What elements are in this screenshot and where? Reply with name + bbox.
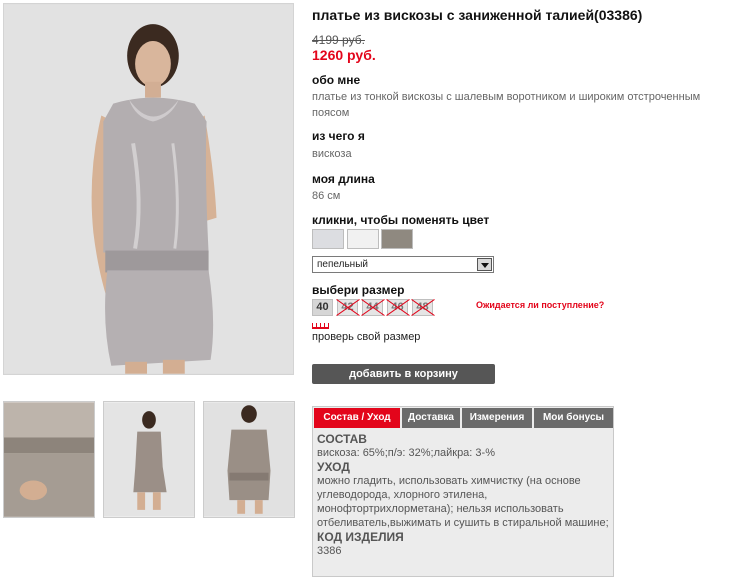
color-select[interactable]: пепельный [312, 256, 494, 273]
color-swatch-white[interactable] [347, 229, 379, 249]
color-select-value: пепельный [317, 259, 368, 270]
about-text: платье из тонкой вискозы с шалевым ворот… [312, 91, 701, 119]
restock-inquiry-link[interactable]: Ожидается ли поступление? [476, 300, 604, 310]
size-option-46[interactable]: 46 [387, 299, 408, 316]
composition-text: вискоза: 65%;п/э: 32%;лайкра: 3-% [317, 447, 495, 459]
main-product-photo[interactable] [3, 3, 294, 375]
size-option-40[interactable]: 40 [312, 299, 333, 316]
thumbnail-back[interactable] [203, 401, 295, 518]
size-heading: выбери размер [312, 283, 405, 297]
material-heading: из чего я [312, 129, 365, 143]
about-heading: обо мне [312, 73, 361, 87]
color-swatch-light-gray[interactable] [312, 229, 344, 249]
chevron-down-icon[interactable] [477, 258, 492, 271]
tab-delivery[interactable]: Доставка [402, 408, 460, 428]
old-price: 4199 руб. [312, 33, 365, 47]
thumbnail-gallery [3, 401, 295, 519]
product-code-heading: КОД ИЗДЕЛИЯ [317, 530, 404, 544]
add-to-cart-button[interactable]: добавить в корзину [312, 364, 495, 384]
composition-heading: СОСТАВ [317, 432, 367, 446]
ruler-icon[interactable] [312, 323, 329, 329]
tab-content-composition: СОСТАВ вискоза: 65%;п/э: 32%;лайкра: 3-%… [317, 432, 609, 558]
sale-price: 1260 руб. [312, 47, 376, 63]
length-text: 86 см [312, 190, 341, 202]
size-option-44[interactable]: 44 [362, 299, 383, 316]
product-code: 3386 [317, 545, 342, 557]
material-text: вискоза [312, 148, 352, 160]
care-heading: УХОД [317, 460, 350, 474]
product-title: платье из вискозы с заниженной талией(03… [312, 7, 643, 23]
tab-composition-care[interactable]: Состав / Уход [314, 408, 400, 428]
color-heading: кликни, чтобы поменять цвет [312, 213, 490, 227]
check-size-link[interactable]: проверь свой размер [312, 331, 420, 343]
size-option-48[interactable]: 48 [412, 299, 433, 316]
tab-bonuses[interactable]: Мои бонусы [534, 408, 613, 428]
length-heading: моя длина [312, 172, 375, 186]
model-photo-illustration [4, 4, 293, 374]
tab-measurements[interactable]: Измерения [462, 408, 532, 428]
color-swatch-taupe[interactable] [381, 229, 413, 249]
thumbnail-detail[interactable] [3, 401, 95, 518]
thumbnail-front[interactable] [103, 401, 195, 518]
details-tabs: Состав / Уход Доставка Измерения Мои бон… [312, 406, 614, 577]
size-option-42[interactable]: 42 [337, 299, 358, 316]
care-text: можно гладить, использовать химчистку (н… [317, 475, 609, 529]
